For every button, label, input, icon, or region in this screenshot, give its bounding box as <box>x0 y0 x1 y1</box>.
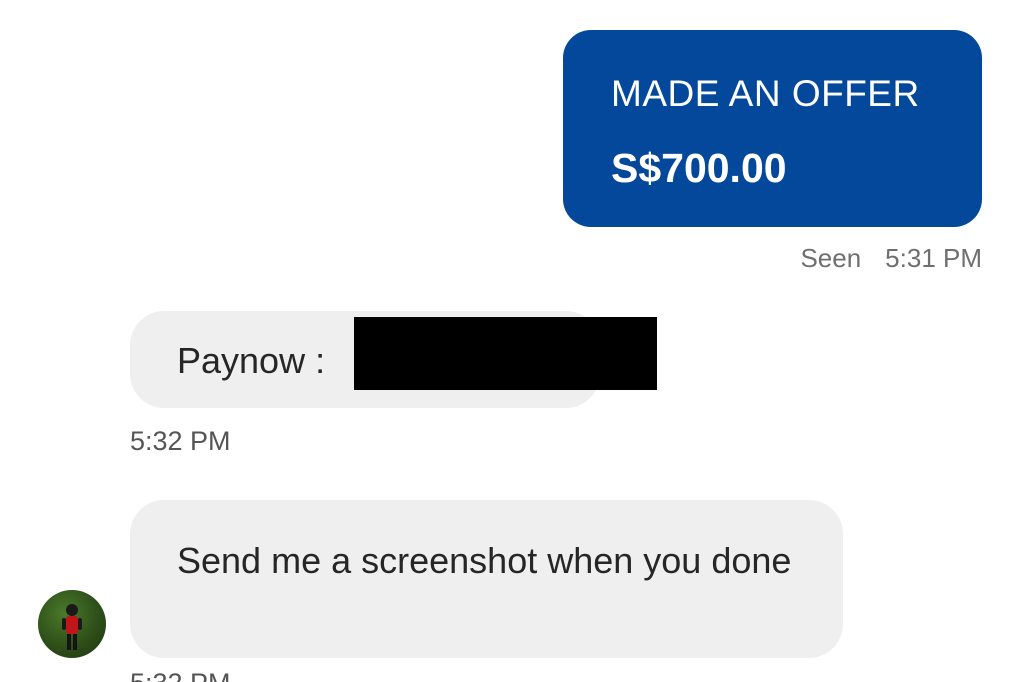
offer-meta: Seen 5:31 PM <box>800 243 982 274</box>
offer-card[interactable]: MADE AN OFFER S$700.00 <box>563 30 982 227</box>
message-time-partial: 5:32 PM <box>130 668 231 682</box>
offer-time: 5:31 PM <box>885 243 982 273</box>
message-text: Paynow : <box>177 340 326 381</box>
message-text: Send me a screenshot when you done <box>177 540 792 581</box>
seen-status: Seen <box>800 243 862 273</box>
offer-label: MADE AN OFFER <box>611 73 920 114</box>
message-time: 5:32 PM <box>130 426 231 456</box>
message-bubble-screenshot-request[interactable]: Send me a screenshot when you done <box>130 500 843 658</box>
offer-amount: S$700.00 <box>611 145 787 191</box>
redaction-block <box>354 317 657 390</box>
user-avatar-icon[interactable] <box>38 590 106 658</box>
